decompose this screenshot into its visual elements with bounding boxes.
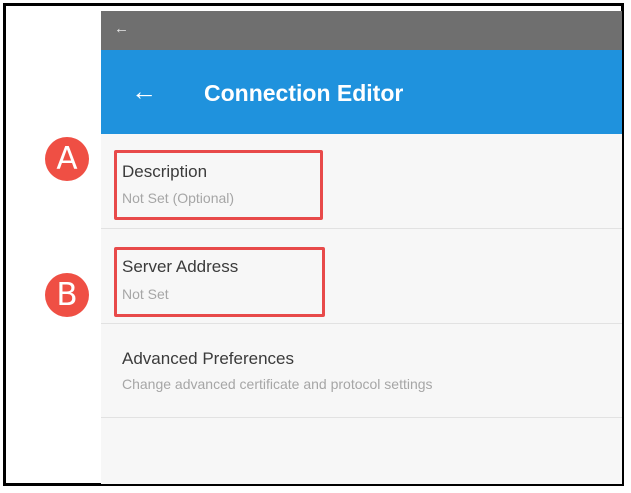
advanced-preferences-value: Change advanced certificate and protocol… — [122, 376, 433, 392]
status-back-icon: ← — [114, 20, 129, 37]
status-bar: ← — [101, 11, 622, 50]
highlight-box-server-address — [114, 247, 325, 317]
annotation-badge-a: A — [45, 137, 89, 181]
app-bar: ← Connection Editor — [101, 50, 622, 134]
advanced-preferences-label: Advanced Preferences — [122, 349, 294, 368]
divider — [101, 417, 622, 418]
advanced-preferences-setting[interactable]: Advanced Preferences Change advanced cer… — [101, 324, 622, 418]
page-title: Connection Editor — [204, 80, 404, 106]
annotation-badge-b: B — [45, 273, 89, 317]
highlight-box-description — [114, 150, 323, 220]
back-arrow-icon[interactable]: ← — [131, 76, 157, 106]
